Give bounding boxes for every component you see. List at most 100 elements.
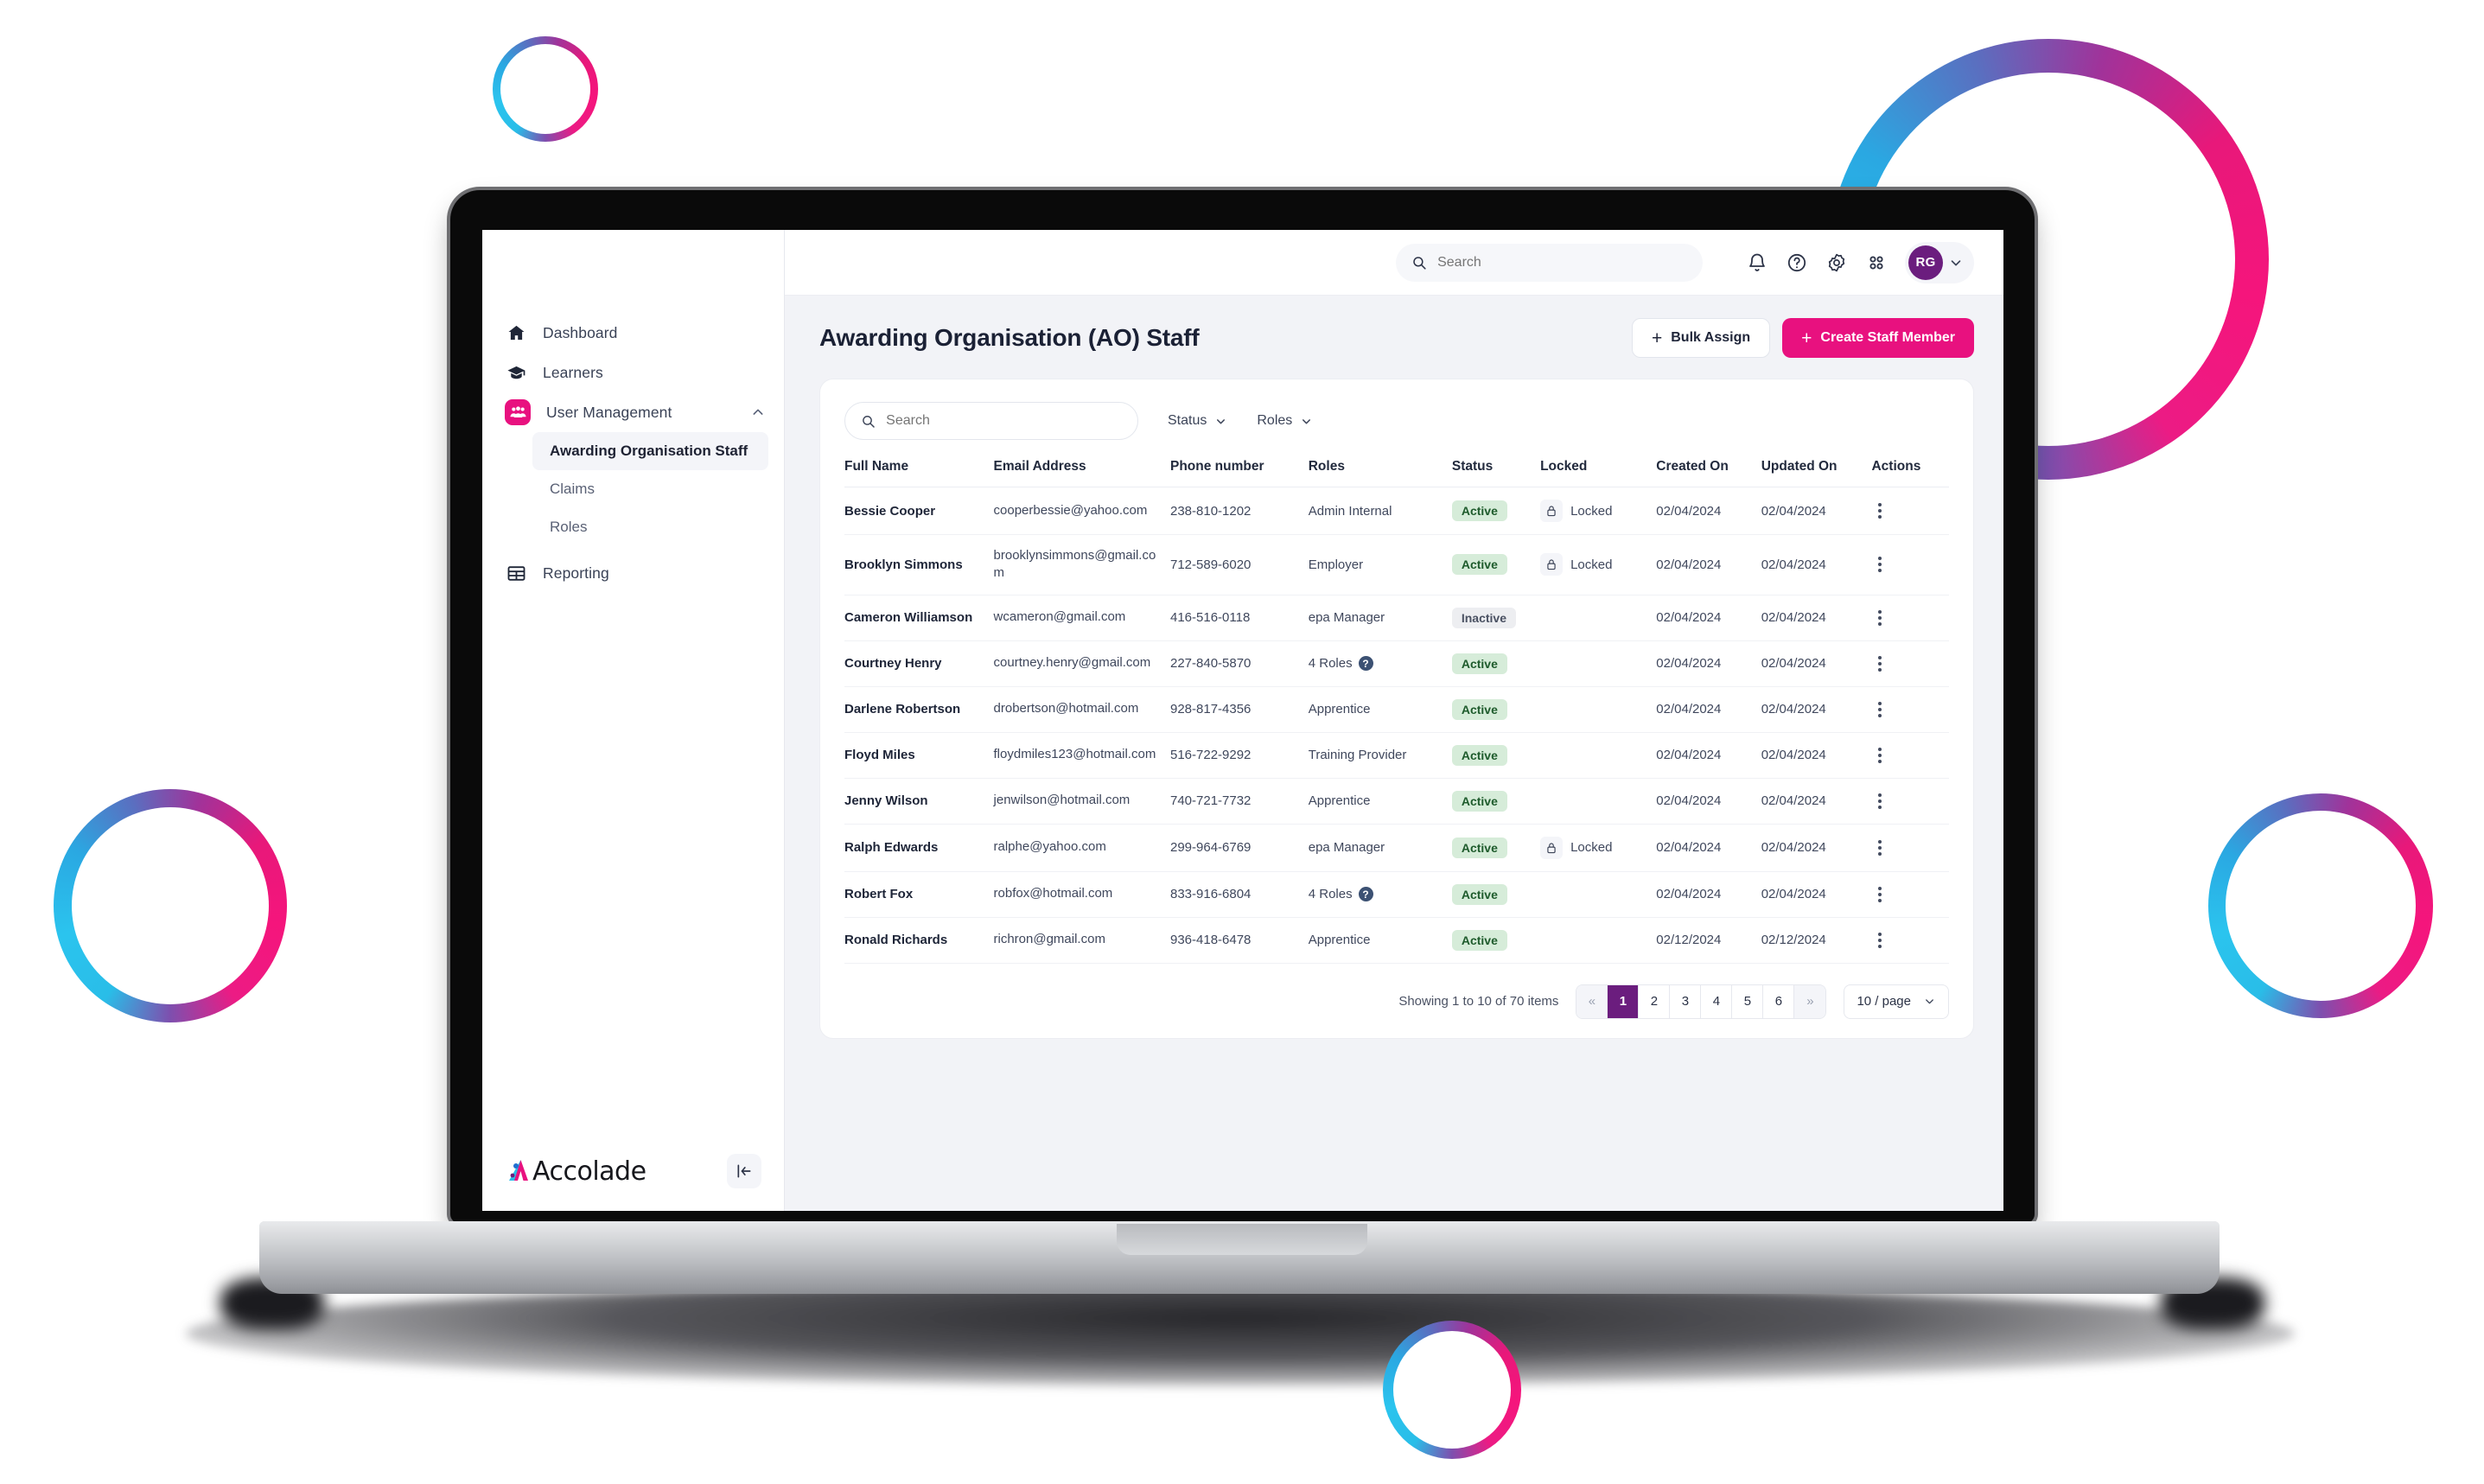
status-badge: Active [1451,883,1507,905]
table-footer: Showing 1 to 10 of 70 items «1 2 3 4 5 6» 10 … [844,964,1949,1019]
col-roles: Roles [1308,459,1452,487]
help-icon[interactable] [1777,243,1817,283]
cell-full-name: Bessie Cooper [844,487,994,535]
global-search[interactable] [1396,243,1703,282]
row-actions-menu-icon[interactable] [1871,932,1888,948]
cell-email: wcameron@gmail.com [993,595,1170,641]
cell-locked [1540,917,1657,964]
table-row: Robert Fox robfox@hotmail.com 833-916-6804… [844,871,1949,918]
table-grid-icon [505,562,527,584]
row-actions-menu-icon[interactable] [1871,701,1888,717]
roles-filter[interactable]: Roles [1257,413,1313,429]
cell-created-on: 02/04/2024 [1656,732,1761,779]
apps-grid-icon[interactable] [1857,243,1896,283]
cell-actions [1871,824,1949,872]
sidebar-item-dashboard[interactable]: Dashboard [482,313,784,353]
search-icon [1413,256,1426,270]
table-search[interactable] [844,402,1138,440]
cell-updated-on: 02/12/2024 [1761,917,1872,964]
cell-updated-on: 02/04/2024 [1761,824,1872,872]
pagination-page-2[interactable]: 2 [1639,984,1671,1018]
col-status: Status [1451,459,1541,487]
table-search-input[interactable] [886,413,1122,429]
sidebar-item-reporting[interactable]: Reporting [482,553,784,593]
chevron-down-icon [1303,418,1311,424]
chevron-up-icon[interactable] [751,405,765,419]
cell-roles: Apprentice [1308,702,1371,717]
cell-phone: 416-516-0118 [1169,595,1309,641]
sidebar-item-user-management[interactable]: User Management [482,392,784,432]
pagination-page-3[interactable]: 3 [1670,984,1702,1018]
pagination-next[interactable]: » [1794,984,1826,1018]
bell-icon[interactable] [1737,243,1777,283]
row-actions-menu-icon[interactable] [1871,557,1888,573]
main-area: RG Awarding Organisation (AO) Staff + Bu… [785,230,2003,1211]
cell-full-name: Floyd Miles [844,732,994,779]
search-input[interactable] [1437,254,1687,271]
col-email: Email Address [993,459,1170,487]
status-badge: Active [1451,698,1507,720]
cell-status: Active [1451,917,1541,964]
cell-actions [1871,534,1949,596]
user-menu[interactable]: RG [1905,241,1974,283]
bulk-assign-button[interactable]: + Bulk Assign [1631,318,1771,358]
sidebar-item-awarding-organisation-staff[interactable]: Awarding Organisation Staff [532,432,768,470]
cell-created-on: 02/04/2024 [1656,824,1761,872]
cell-roles-wrap: epa Manager [1308,824,1452,872]
table-filters: Status Roles [844,402,1949,440]
sidebar-subitem-label: Claims [550,481,595,497]
cell-full-name: Brooklyn Simmons [844,534,994,596]
cell-created-on: 02/04/2024 [1656,595,1761,641]
chevron-down-icon[interactable] [1948,255,1964,271]
cell-actions [1871,640,1949,687]
status-filter[interactable]: Status [1168,413,1227,429]
sidebar-subitem-label: Roles [550,519,588,535]
cell-actions [1871,917,1949,964]
sidebar-item-roles[interactable]: Roles [482,508,784,546]
collapse-left-icon[interactable] [727,1154,761,1188]
cell-status: Active [1451,487,1541,535]
cell-locked-label: Locked [1570,557,1613,572]
pagination-prev[interactable]: « [1576,984,1608,1018]
table-row: Floyd Miles floydmiles123@hotmail.com 516-… [844,732,1949,779]
sidebar-item-learners[interactable]: Learners [482,353,784,392]
cell-roles-wrap: Apprentice [1308,917,1452,964]
row-actions-menu-icon[interactable] [1871,609,1888,626]
laptop-trackpad-notch [1117,1224,1367,1255]
pagination-page-1[interactable]: 1 [1608,984,1640,1018]
cell-roles: 4 Roles [1308,887,1353,901]
cell-actions [1871,686,1949,733]
pagination-page-6[interactable]: 6 [1763,984,1795,1018]
cell-status: Inactive [1451,595,1541,641]
table-row: Jenny Wilson jenwilson@hotmail.com 740-721… [844,778,1949,825]
cell-updated-on: 02/04/2024 [1761,686,1872,733]
create-staff-member-button[interactable]: + Create Staff Member [1782,318,1974,358]
graduation-cap-icon [505,361,527,384]
cell-roles-wrap: Training Provider [1308,732,1452,779]
row-actions-menu-icon[interactable] [1871,747,1888,763]
cell-locked-label: Locked [1570,840,1613,855]
info-icon[interactable]: ? [1358,887,1373,901]
per-page-select[interactable]: 10 / page [1844,984,1949,1019]
pagination-page-5[interactable]: 5 [1732,984,1764,1018]
cell-locked: Locked [1540,487,1657,535]
col-updated-on: Updated On [1761,459,1872,487]
cell-status: Active [1451,871,1541,918]
cell-phone: 712-589-6020 [1169,534,1309,596]
pagination-page-4[interactable]: 4 [1701,984,1733,1018]
settings-icon[interactable] [1817,243,1857,283]
info-icon[interactable]: ? [1358,656,1373,671]
sidebar-item-claims[interactable]: Claims [482,470,784,508]
row-actions-menu-icon[interactable] [1871,655,1888,672]
row-actions-menu-icon[interactable] [1871,793,1888,809]
row-actions-menu-icon[interactable] [1871,503,1888,519]
cell-roles: Apprentice [1308,933,1371,947]
row-actions-menu-icon[interactable] [1871,839,1888,856]
chevron-down-icon [1217,418,1226,424]
cell-phone: 227-840-5870 [1169,640,1309,687]
row-actions-menu-icon[interactable] [1871,886,1888,902]
page-actions: + Bulk Assign + Create Staff Member [1631,318,1974,358]
lock-icon [1540,553,1564,576]
cell-phone: 238-810-1202 [1169,487,1309,535]
users-icon [505,399,531,425]
